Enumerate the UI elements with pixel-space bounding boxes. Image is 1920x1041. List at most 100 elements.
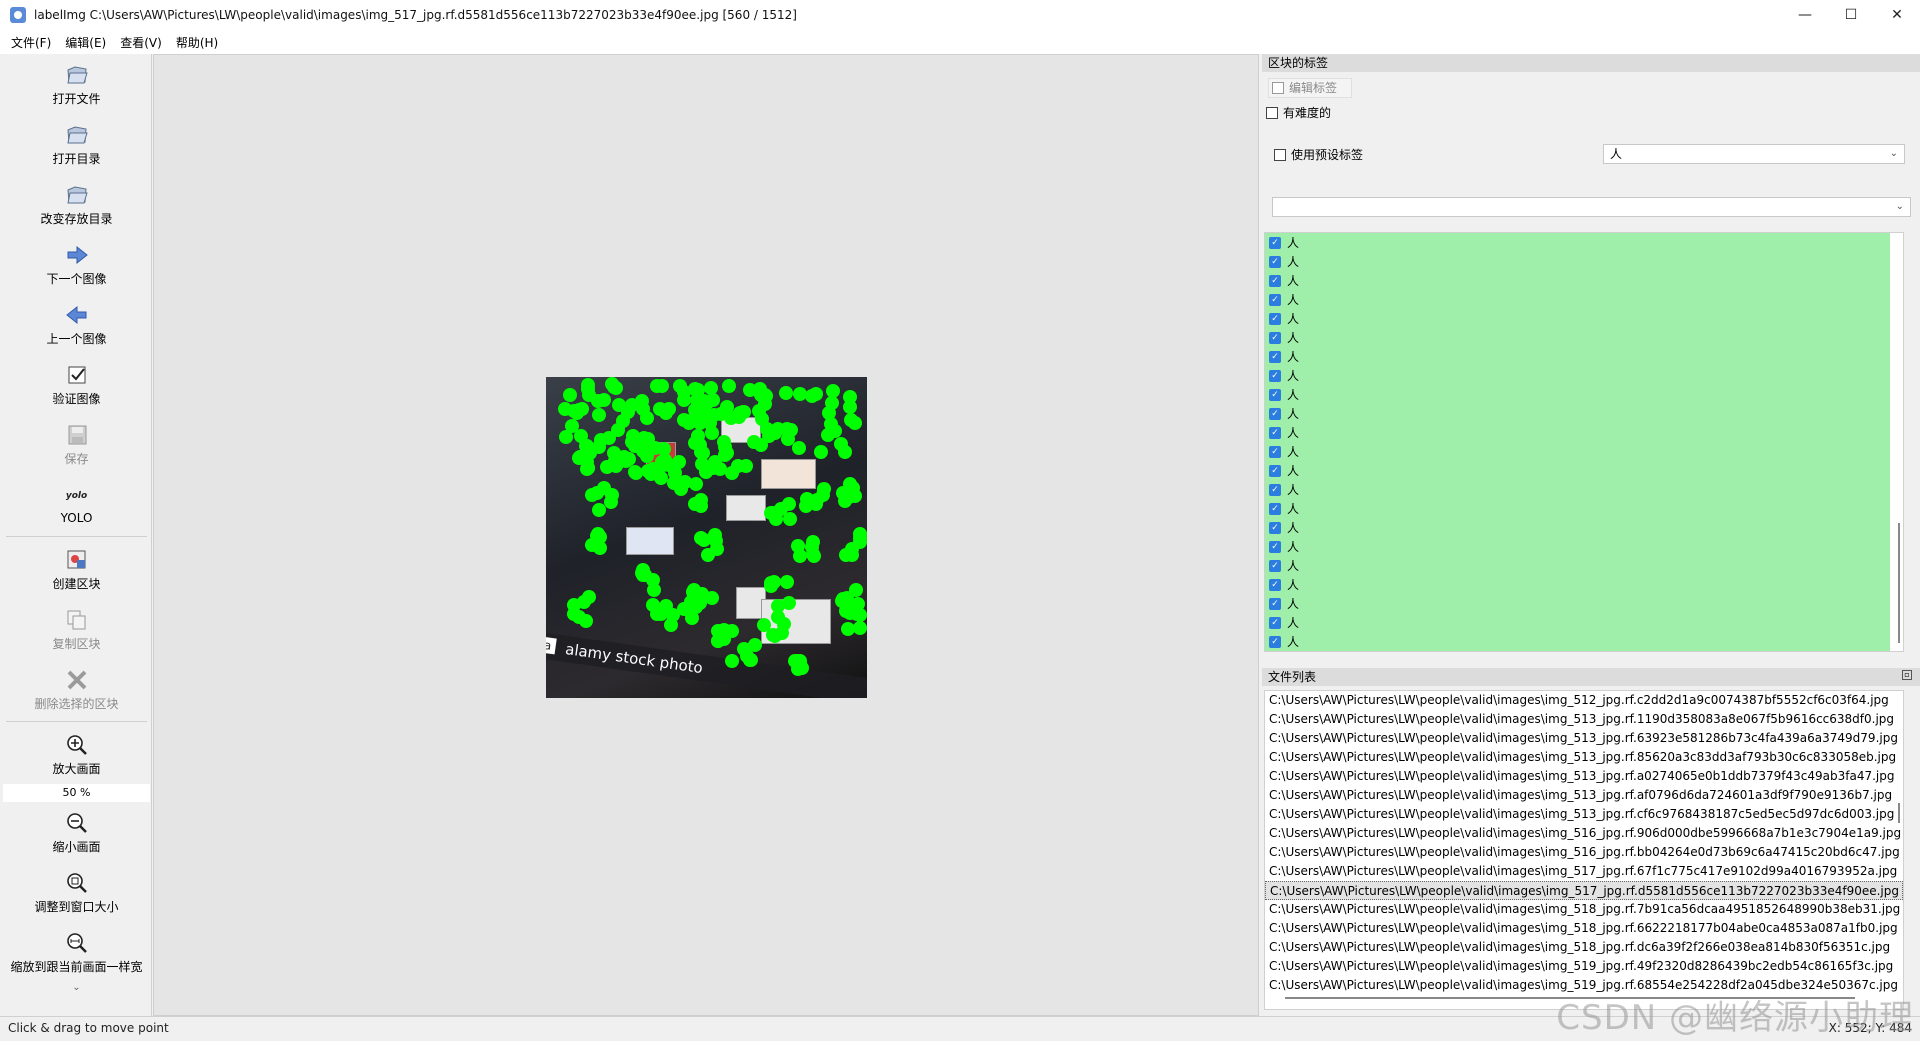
label-list-item[interactable]: ✓ 人	[1265, 556, 1890, 575]
annotation-point[interactable]	[826, 384, 841, 399]
zoom-value-spinbox[interactable]: 50 %	[3, 784, 150, 802]
annotation-point[interactable]	[790, 661, 805, 676]
annotation-point[interactable]	[646, 582, 661, 597]
annotation-point[interactable]	[853, 621, 867, 636]
duplicate-box-button[interactable]: 复制区块	[2, 599, 151, 659]
label-list-item[interactable]: ✓ 人	[1265, 233, 1890, 252]
fit-width-button[interactable]: 缩放到跟当前画面一样宽	[2, 922, 151, 982]
annotation-point[interactable]	[572, 449, 587, 464]
annotation-point[interactable]	[842, 399, 857, 414]
label-list-item[interactable]: ✓ 人	[1265, 537, 1890, 556]
format-yolo-button[interactable]: yolo YOLO	[2, 474, 151, 534]
label-visible-checkbox[interactable]: ✓	[1269, 483, 1281, 496]
difficult-checkbox-box[interactable]	[1266, 106, 1278, 119]
annotation-point[interactable]	[710, 541, 725, 556]
label-visible-checkbox[interactable]: ✓	[1269, 521, 1281, 534]
label-visible-checkbox[interactable]: ✓	[1269, 255, 1281, 268]
annotation-point[interactable]	[843, 413, 858, 427]
zoom-out-button[interactable]: 缩小画面	[2, 802, 151, 862]
label-list-item[interactable]: ✓ 人	[1265, 594, 1890, 613]
annotation-point[interactable]	[581, 388, 596, 403]
label-list-item[interactable]: ✓ 人	[1265, 290, 1890, 309]
label-list-item[interactable]: ✓ 人	[1265, 328, 1890, 347]
label-visible-checkbox[interactable]: ✓	[1269, 274, 1281, 287]
label-list-item[interactable]: ✓ 人	[1265, 613, 1890, 632]
label-list-item[interactable]: ✓ 人	[1265, 347, 1890, 366]
file-list-vscrollbar[interactable]	[1898, 803, 1900, 823]
annotation-point[interactable]	[738, 459, 753, 474]
annotation-point[interactable]	[577, 595, 592, 609]
box-label-list[interactable]: ✓ 人 ✓ 人 ✓ 人 ✓ 人 ✓ 人 ✓ 人 ✓ 人 ✓ 人 ✓ 人 ✓ 人 ✓ 人 ✓ 人 ✓ 人 ✓ 人 ✓ 人 ✓ 人 ✓ 人 ✓ 人 ✓ 人 ✓ 人…	[1264, 232, 1904, 652]
annotation-point[interactable]	[804, 539, 819, 554]
annotation-point[interactable]	[764, 575, 779, 590]
annotation-point[interactable]	[592, 408, 607, 423]
toolbar-more-icon[interactable]: ⌄	[2, 982, 151, 996]
file-list-item[interactable]: C:\Users\AW\Pictures\LW\people\valid\ima…	[1265, 824, 1903, 843]
label-visible-checkbox[interactable]: ✓	[1269, 597, 1281, 610]
file-list-item[interactable]: C:\Users\AW\Pictures\LW\people\valid\ima…	[1265, 691, 1903, 710]
file-list[interactable]: C:\Users\AW\Pictures\LW\people\valid\ima…	[1264, 690, 1904, 1010]
annotation-point[interactable]	[764, 505, 778, 520]
file-list-item[interactable]: C:\Users\AW\Pictures\LW\people\valid\ima…	[1265, 843, 1903, 862]
label-visible-checkbox[interactable]: ✓	[1269, 559, 1281, 572]
label-visible-checkbox[interactable]: ✓	[1269, 388, 1281, 401]
annotation-point[interactable]	[751, 404, 766, 419]
file-list-item[interactable]: C:\Users\AW\Pictures\LW\people\valid\ima…	[1265, 862, 1903, 881]
annotation-point[interactable]	[639, 448, 654, 463]
zoom-in-button[interactable]: 放大画面	[2, 724, 151, 784]
dock-float-icon[interactable]: ▫	[1902, 670, 1912, 680]
edit-label-button[interactable]: 编辑标签	[1268, 78, 1352, 98]
annotated-image[interactable]: a alamy stock photo	[546, 377, 867, 698]
default-label-combobox[interactable]: 人 ⌄	[1603, 144, 1905, 164]
open-dir-button[interactable]: 打开目录	[2, 114, 151, 174]
annotation-point[interactable]	[596, 392, 611, 407]
annotation-point[interactable]	[645, 597, 660, 612]
label-list-item[interactable]: ✓ 人	[1265, 480, 1890, 499]
annotation-point[interactable]	[792, 441, 807, 456]
menu-file[interactable]: 文件(F)	[4, 34, 58, 51]
label-visible-checkbox[interactable]: ✓	[1269, 426, 1281, 439]
annotation-point[interactable]	[674, 482, 689, 497]
annotation-point[interactable]	[767, 628, 782, 643]
annotation-point[interactable]	[687, 496, 702, 511]
maximize-button[interactable]: ☐	[1828, 0, 1874, 30]
annotation-point[interactable]	[563, 387, 578, 402]
label-list-scrollbar[interactable]	[1898, 523, 1900, 643]
annotation-point[interactable]	[665, 607, 680, 622]
label-visible-checkbox[interactable]: ✓	[1269, 236, 1281, 249]
annotation-point[interactable]	[722, 378, 737, 393]
label-visible-checkbox[interactable]: ✓	[1269, 407, 1281, 420]
label-list-item[interactable]: ✓ 人	[1265, 309, 1890, 328]
file-list-item[interactable]: C:\Users\AW\Pictures\LW\people\valid\ima…	[1265, 957, 1903, 976]
minimize-button[interactable]: —	[1782, 0, 1828, 30]
change-save-dir-button[interactable]: 改变存放目录	[2, 174, 151, 234]
file-list-item[interactable]: C:\Users\AW\Pictures\LW\people\valid\ima…	[1265, 748, 1903, 767]
annotation-point[interactable]	[712, 461, 727, 476]
annotation-point[interactable]	[699, 465, 714, 480]
label-visible-checkbox[interactable]: ✓	[1269, 616, 1281, 629]
annotation-point[interactable]	[841, 622, 856, 637]
open-file-button[interactable]: 打开文件	[2, 54, 151, 114]
annotation-point[interactable]	[590, 527, 605, 542]
annotation-point[interactable]	[710, 634, 725, 649]
label-visible-checkbox[interactable]: ✓	[1269, 502, 1281, 515]
annotation-point[interactable]	[659, 406, 674, 421]
annotation-point[interactable]	[688, 476, 703, 491]
file-list-item[interactable]: C:\Users\AW\Pictures\LW\people\valid\ima…	[1265, 805, 1903, 824]
annotation-point[interactable]	[809, 496, 824, 511]
annotation-point[interactable]	[824, 416, 839, 431]
annotation-point[interactable]	[735, 404, 750, 419]
label-list-item[interactable]: ✓ 人	[1265, 404, 1890, 423]
annotation-point[interactable]	[778, 386, 793, 401]
label-list-item[interactable]: ✓ 人	[1265, 423, 1890, 442]
label-visible-checkbox[interactable]: ✓	[1269, 635, 1281, 648]
menu-view[interactable]: 查看(V)	[113, 34, 169, 51]
file-list-item[interactable]: C:\Users\AW\Pictures\LW\people\valid\ima…	[1265, 938, 1903, 957]
annotation-point[interactable]	[572, 609, 587, 624]
label-visible-checkbox[interactable]: ✓	[1269, 331, 1281, 344]
close-button[interactable]: ✕	[1874, 0, 1920, 30]
label-list-item[interactable]: ✓ 人	[1265, 575, 1890, 594]
annotation-point[interactable]	[781, 431, 796, 446]
label-visible-checkbox[interactable]: ✓	[1269, 464, 1281, 477]
label-list-item[interactable]: ✓ 人	[1265, 366, 1890, 385]
